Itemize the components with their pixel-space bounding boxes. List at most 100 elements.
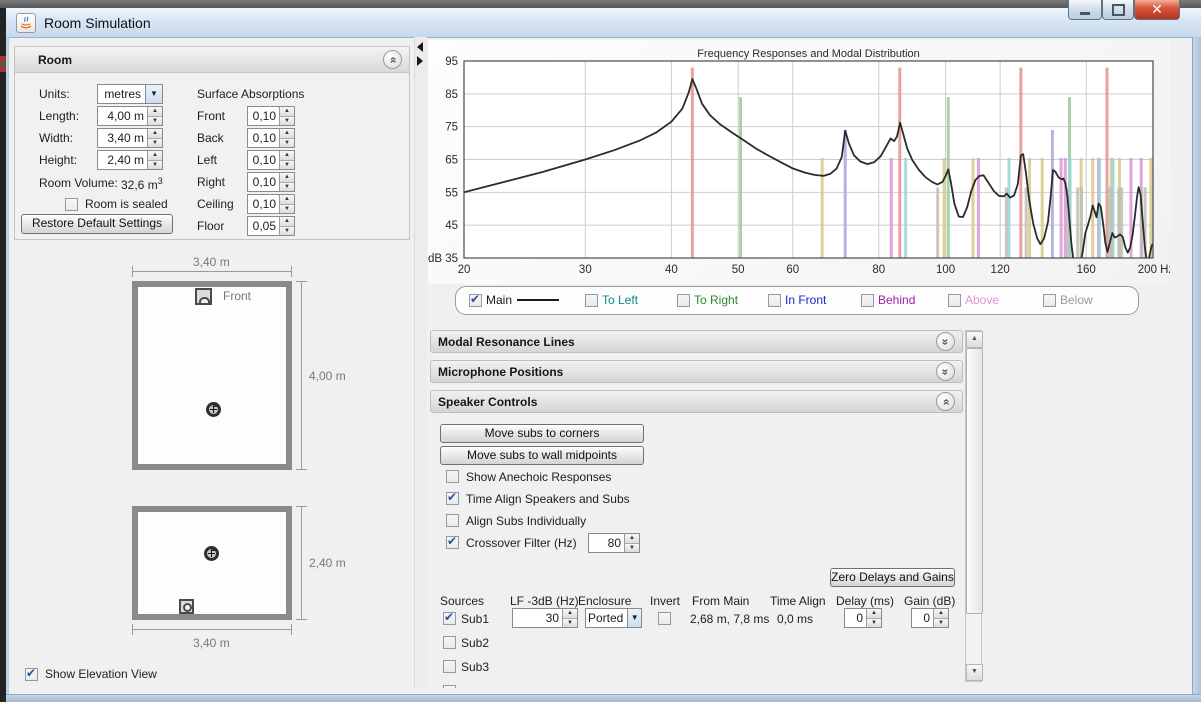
room-sealed-checkbox[interactable]	[65, 198, 78, 211]
legend-checkbox-above[interactable]	[948, 294, 961, 307]
spin-up-icon[interactable]: ▲	[563, 609, 577, 619]
scroll-thumb[interactable]	[966, 348, 983, 614]
absorption-spinner-right-value[interactable]: 0,10	[248, 173, 279, 191]
scroll-down-icon[interactable]: ▼	[966, 664, 983, 681]
spin-up-icon[interactable]: ▲	[934, 609, 948, 619]
speaker-checkbox-0[interactable]	[446, 470, 459, 483]
source-checkbox-sub1[interactable]	[443, 612, 456, 625]
gain-spinner-value[interactable]: 0	[912, 609, 933, 627]
collapse-chevron-icon[interactable]: »	[383, 50, 402, 69]
maximize-button[interactable]	[1102, 0, 1134, 20]
length-spinner-value[interactable]: 4,00 m	[98, 107, 147, 125]
section-bar-speaker-controls[interactable]: Speaker Controls»	[430, 390, 963, 413]
listener-elevation-icon[interactable]	[204, 546, 219, 561]
legend-checkbox-main[interactable]	[469, 294, 482, 307]
absorption-spinner-floor-value[interactable]: 0,05	[248, 217, 279, 235]
chevron-down-icon[interactable]: »	[936, 332, 955, 351]
lf-spinner-value[interactable]: 30	[513, 609, 562, 627]
spin-up-icon[interactable]: ▲	[280, 151, 294, 161]
elevation-width-dim-label: 3,40 m	[193, 636, 230, 650]
source-label-sub3: Sub3	[461, 660, 489, 674]
expand-right-arrow-icon[interactable]	[417, 56, 423, 66]
spin-down-icon[interactable]: ▼	[280, 205, 294, 214]
close-button[interactable]: ✕	[1134, 0, 1180, 20]
spin-up-icon[interactable]: ▲	[148, 107, 162, 117]
legend-checkbox-in-front[interactable]	[768, 294, 781, 307]
speaker-checkbox-3[interactable]	[446, 536, 459, 549]
collapse-left-arrow-icon[interactable]	[417, 42, 423, 52]
delay-spinner-value[interactable]: 0	[845, 609, 866, 627]
chevron-down-icon[interactable]: »	[936, 362, 955, 381]
spin-up-icon[interactable]: ▲	[625, 534, 639, 544]
sub-elevation-icon[interactable]	[179, 599, 194, 614]
room-panel-header[interactable]: Room »	[15, 47, 409, 73]
absorption-spinner-right-spin-buttons: ▲▼	[279, 173, 294, 191]
width-spinner-value[interactable]: 3,40 m	[98, 129, 147, 147]
legend-item-main: Main	[469, 293, 559, 307]
minimize-button[interactable]	[1068, 0, 1102, 20]
spin-up-icon[interactable]: ▲	[148, 129, 162, 139]
spin-up-icon[interactable]: ▲	[280, 217, 294, 227]
crossover-spinner-value[interactable]: 80	[589, 534, 624, 552]
spin-down-icon[interactable]: ▼	[934, 619, 948, 628]
speaker-checkbox-2[interactable]	[446, 514, 459, 527]
spin-down-icon[interactable]: ▼	[148, 161, 162, 170]
scroll-up-icon[interactable]: ▲	[966, 331, 983, 348]
spin-down-icon[interactable]: ▼	[867, 619, 881, 628]
spin-down-icon[interactable]: ▼	[148, 117, 162, 126]
speaker-checkbox-1[interactable]	[446, 492, 459, 505]
absorption-spinner-back-value[interactable]: 0,10	[248, 129, 279, 147]
restore-defaults-button[interactable]: Restore Default Settings	[21, 214, 173, 234]
spin-up-icon[interactable]: ▲	[280, 173, 294, 183]
legend-checkbox-below[interactable]	[1043, 294, 1056, 307]
section-bar-modal-resonance-lines[interactable]: Modal Resonance Lines»	[430, 330, 963, 353]
invert-checkbox[interactable]	[658, 612, 671, 625]
zero-delays-gains-button[interactable]: Zero Delays and Gains	[830, 568, 955, 587]
spin-down-icon[interactable]: ▼	[625, 544, 639, 553]
background-app-strip	[0, 0, 1201, 8]
move-subs-corners-button[interactable]: Move subs to corners	[440, 424, 644, 443]
spin-down-icon[interactable]: ▼	[280, 227, 294, 236]
sub4-checkbox-partial[interactable]	[443, 685, 456, 688]
spin-down-icon[interactable]: ▼	[280, 117, 294, 126]
source-checkbox-sub3[interactable]	[443, 660, 456, 673]
legend-checkbox-to-right[interactable]	[677, 294, 690, 307]
spin-down-icon[interactable]: ▼	[148, 139, 162, 148]
legend-checkbox-behind[interactable]	[861, 294, 874, 307]
listener-icon[interactable]	[206, 402, 221, 417]
move-subs-midpoints-button[interactable]: Move subs to wall midpoints	[440, 446, 644, 465]
window-frame-left	[6, 37, 9, 694]
sources-header-0: Sources	[440, 594, 484, 608]
absorption-spinner-front-value[interactable]: 0,10	[248, 107, 279, 125]
spin-up-icon[interactable]: ▲	[280, 129, 294, 139]
split-divider[interactable]	[414, 37, 427, 688]
spin-up-icon[interactable]: ▲	[280, 195, 294, 205]
dropdown-arrow-icon[interactable]: ▼	[145, 85, 162, 103]
legend-checkbox-to-left[interactable]	[585, 294, 598, 307]
spin-down-icon[interactable]: ▼	[280, 139, 294, 148]
absorption-spinner-back: 0,10▲▼	[247, 128, 295, 148]
title-bar[interactable]: Room Simulation	[6, 8, 1201, 38]
spin-down-icon[interactable]: ▼	[563, 619, 577, 628]
units-dropdown[interactable]: metres ▼	[97, 84, 163, 104]
chart-title: Frequency Responses and Modal Distributi…	[697, 48, 920, 60]
svg-text:100: 100	[936, 264, 955, 276]
chevron-up-icon[interactable]: »	[936, 392, 955, 411]
absorption-spinner-left-value[interactable]: 0,10	[248, 151, 279, 169]
room-volume-value: 32,6 m3	[121, 176, 163, 192]
spin-up-icon[interactable]: ▲	[148, 151, 162, 161]
dropdown-arrow-icon[interactable]: ▼	[627, 609, 641, 627]
section-bar-microphone-positions[interactable]: Microphone Positions»	[430, 360, 963, 383]
sections-scrollbar[interactable]: ▲ ▼	[965, 330, 982, 682]
main-speaker-icon[interactable]	[195, 288, 212, 305]
spin-up-icon[interactable]: ▲	[867, 609, 881, 619]
spin-down-icon[interactable]: ▼	[280, 161, 294, 170]
spin-up-icon[interactable]: ▲	[280, 107, 294, 117]
spin-down-icon[interactable]: ▼	[280, 183, 294, 192]
source-checkbox-sub2[interactable]	[443, 636, 456, 649]
absorption-spinner-ceiling-value[interactable]: 0,10	[248, 195, 279, 213]
enclosure-dropdown[interactable]: Ported▼	[585, 608, 642, 628]
show-elevation-checkbox[interactable]	[25, 668, 38, 681]
height-spinner-value[interactable]: 2,40 m	[98, 151, 147, 169]
sources-header-5: Time Align	[770, 594, 826, 608]
